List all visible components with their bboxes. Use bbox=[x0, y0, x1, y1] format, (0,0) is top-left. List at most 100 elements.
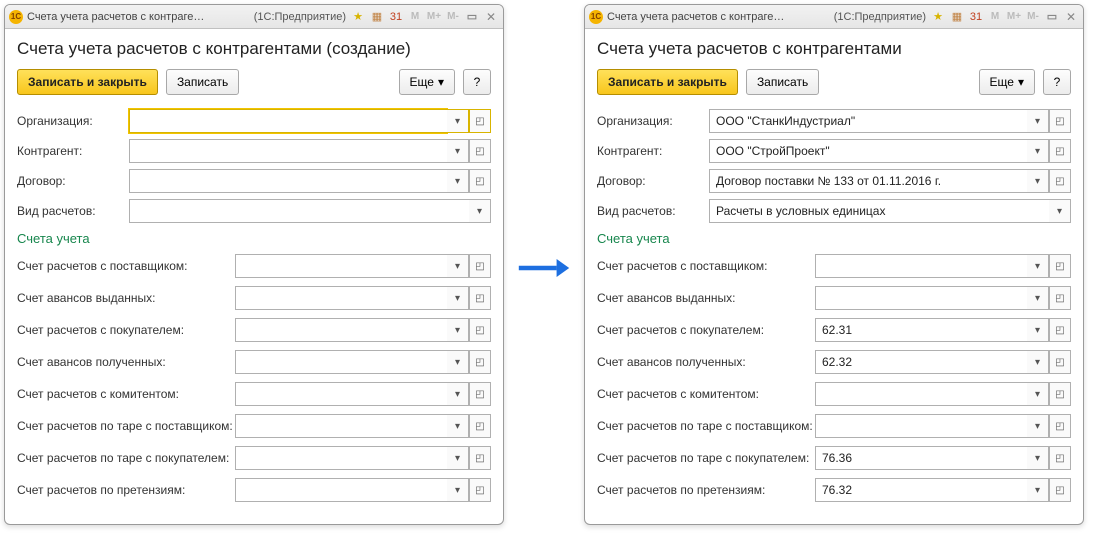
dropdown-icon[interactable]: ▾ bbox=[1027, 382, 1049, 406]
account-input[interactable] bbox=[235, 318, 447, 342]
account-input[interactable] bbox=[815, 318, 1027, 342]
open-icon[interactable]: ◰ bbox=[469, 446, 491, 470]
save-close-button[interactable]: Записать и закрыть bbox=[17, 69, 158, 95]
dropdown-icon[interactable]: ▾ bbox=[447, 254, 469, 278]
dropdown-icon[interactable]: ▾ bbox=[1027, 139, 1049, 163]
dropdown-icon[interactable]: ▾ bbox=[1049, 199, 1071, 223]
close-icon[interactable]: ✕ bbox=[1063, 9, 1079, 25]
account-input[interactable] bbox=[235, 446, 447, 470]
save-button[interactable]: Записать bbox=[166, 69, 239, 95]
favorite-icon[interactable]: ★ bbox=[350, 9, 366, 25]
dropdown-icon[interactable]: ▾ bbox=[1027, 414, 1049, 438]
calculator-icon[interactable]: ▦ bbox=[949, 9, 965, 25]
account-input[interactable] bbox=[815, 350, 1027, 374]
memory-m-icon[interactable]: M bbox=[987, 9, 1003, 25]
memory-mminus-icon[interactable]: M- bbox=[445, 9, 461, 25]
dropdown-icon[interactable]: ▾ bbox=[447, 350, 469, 374]
open-icon[interactable]: ◰ bbox=[469, 478, 491, 502]
account-input[interactable] bbox=[235, 414, 447, 438]
account-label: Счет авансов полученных: bbox=[17, 355, 235, 369]
org-input[interactable] bbox=[709, 109, 1027, 133]
dropdown-icon[interactable]: ▾ bbox=[447, 382, 469, 406]
open-icon[interactable]: ◰ bbox=[1049, 254, 1071, 278]
dropdown-icon[interactable]: ▾ bbox=[1027, 286, 1049, 310]
open-icon[interactable]: ◰ bbox=[469, 139, 491, 163]
account-row: Счет расчетов по таре с покупателем:▾◰ bbox=[597, 446, 1071, 470]
account-input[interactable] bbox=[815, 382, 1027, 406]
memory-mplus-icon[interactable]: M+ bbox=[1006, 9, 1022, 25]
open-icon[interactable]: ◰ bbox=[1049, 169, 1071, 193]
account-row: Счет расчетов с покупателем:▾◰ bbox=[597, 318, 1071, 342]
dropdown-icon[interactable]: ▾ bbox=[447, 478, 469, 502]
calctype-input[interactable] bbox=[709, 199, 1049, 223]
contract-input[interactable] bbox=[129, 169, 447, 193]
calculator-icon[interactable]: ▦ bbox=[369, 9, 385, 25]
memory-mminus-icon[interactable]: M- bbox=[1025, 9, 1041, 25]
account-input[interactable] bbox=[235, 286, 447, 310]
open-icon[interactable]: ◰ bbox=[469, 286, 491, 310]
calendar-icon[interactable]: 31 bbox=[968, 9, 984, 25]
memory-m-icon[interactable]: M bbox=[407, 9, 423, 25]
dropdown-icon[interactable]: ▾ bbox=[447, 446, 469, 470]
partner-input[interactable] bbox=[709, 139, 1027, 163]
dropdown-icon[interactable]: ▾ bbox=[469, 199, 491, 223]
open-icon[interactable]: ◰ bbox=[1049, 446, 1071, 470]
dropdown-icon[interactable]: ▾ bbox=[1027, 478, 1049, 502]
account-input[interactable] bbox=[815, 254, 1027, 278]
account-input[interactable] bbox=[815, 446, 1027, 470]
open-icon[interactable]: ◰ bbox=[1049, 478, 1071, 502]
open-icon[interactable]: ◰ bbox=[1049, 350, 1071, 374]
account-input[interactable] bbox=[235, 382, 447, 406]
contract-label: Договор: bbox=[597, 174, 709, 188]
account-input[interactable] bbox=[235, 478, 447, 502]
dropdown-icon[interactable]: ▾ bbox=[447, 169, 469, 193]
contract-input[interactable] bbox=[709, 169, 1027, 193]
calctype-input[interactable] bbox=[129, 199, 469, 223]
open-icon[interactable]: ◰ bbox=[469, 109, 491, 133]
more-button[interactable]: Еще▾ bbox=[399, 69, 455, 95]
open-icon[interactable]: ◰ bbox=[1049, 109, 1071, 133]
calendar-icon[interactable]: 31 bbox=[388, 9, 404, 25]
open-icon[interactable]: ◰ bbox=[469, 382, 491, 406]
open-icon[interactable]: ◰ bbox=[1049, 414, 1071, 438]
open-icon[interactable]: ◰ bbox=[469, 350, 491, 374]
memory-mplus-icon[interactable]: M+ bbox=[426, 9, 442, 25]
dropdown-icon[interactable]: ▾ bbox=[1027, 350, 1049, 374]
help-button[interactable]: ? bbox=[463, 69, 491, 95]
minimize-icon[interactable]: ▭ bbox=[1044, 9, 1060, 25]
minimize-icon[interactable]: ▭ bbox=[464, 9, 480, 25]
help-button[interactable]: ? bbox=[1043, 69, 1071, 95]
partner-input[interactable] bbox=[129, 139, 447, 163]
dropdown-icon[interactable]: ▾ bbox=[447, 318, 469, 342]
dropdown-icon[interactable]: ▾ bbox=[1027, 169, 1049, 193]
account-input[interactable] bbox=[815, 414, 1027, 438]
close-icon[interactable]: ✕ bbox=[483, 9, 499, 25]
dropdown-icon[interactable]: ▾ bbox=[1027, 318, 1049, 342]
account-row: Счет расчетов с покупателем:▾◰ bbox=[17, 318, 491, 342]
account-input[interactable] bbox=[235, 350, 447, 374]
dropdown-icon[interactable]: ▾ bbox=[447, 109, 469, 133]
save-button[interactable]: Записать bbox=[746, 69, 819, 95]
dropdown-icon[interactable]: ▾ bbox=[447, 286, 469, 310]
dropdown-icon[interactable]: ▾ bbox=[1027, 254, 1049, 278]
open-icon[interactable]: ◰ bbox=[469, 169, 491, 193]
save-close-button[interactable]: Записать и закрыть bbox=[597, 69, 738, 95]
section-title: Счета учета bbox=[17, 231, 491, 246]
more-button[interactable]: Еще▾ bbox=[979, 69, 1035, 95]
account-input[interactable] bbox=[815, 286, 1027, 310]
account-input[interactable] bbox=[235, 254, 447, 278]
dropdown-icon[interactable]: ▾ bbox=[1027, 109, 1049, 133]
open-icon[interactable]: ◰ bbox=[1049, 139, 1071, 163]
open-icon[interactable]: ◰ bbox=[1049, 318, 1071, 342]
open-icon[interactable]: ◰ bbox=[469, 318, 491, 342]
dropdown-icon[interactable]: ▾ bbox=[447, 414, 469, 438]
account-input[interactable] bbox=[815, 478, 1027, 502]
open-icon[interactable]: ◰ bbox=[1049, 286, 1071, 310]
open-icon[interactable]: ◰ bbox=[469, 254, 491, 278]
dropdown-icon[interactable]: ▾ bbox=[1027, 446, 1049, 470]
org-input[interactable] bbox=[129, 109, 447, 133]
dropdown-icon[interactable]: ▾ bbox=[447, 139, 469, 163]
favorite-icon[interactable]: ★ bbox=[930, 9, 946, 25]
open-icon[interactable]: ◰ bbox=[1049, 382, 1071, 406]
open-icon[interactable]: ◰ bbox=[469, 414, 491, 438]
